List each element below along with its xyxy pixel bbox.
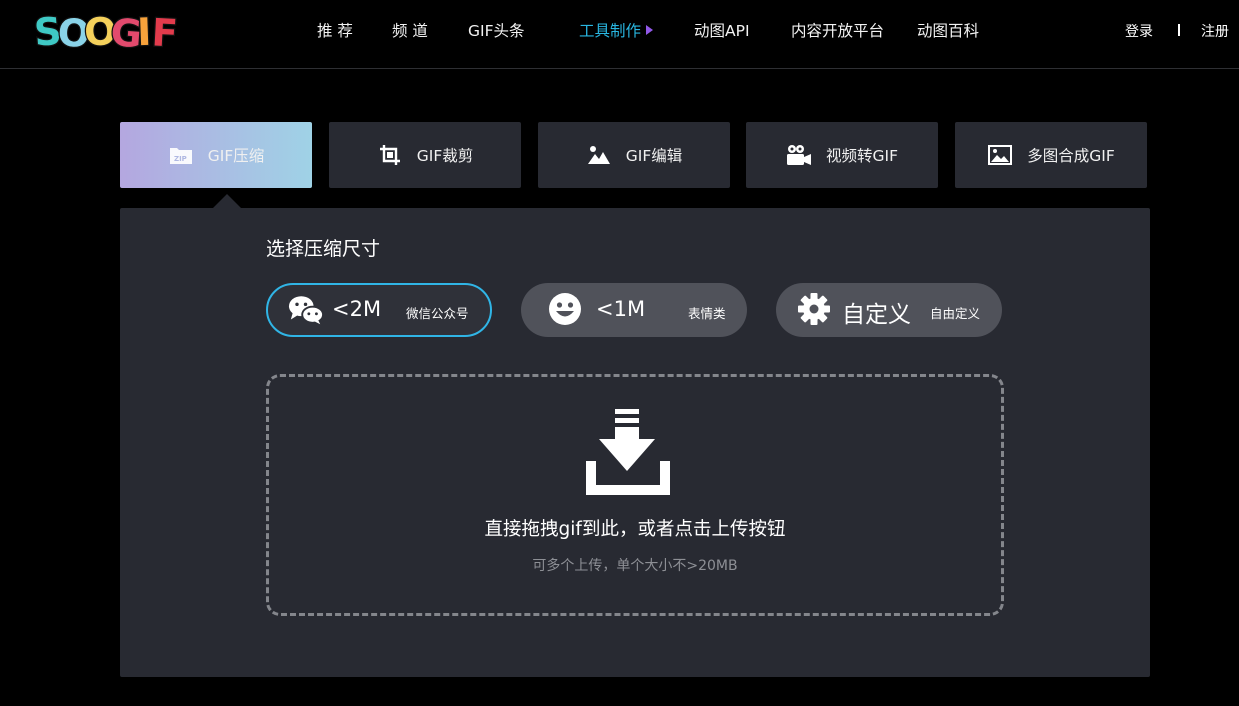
size-option-2m[interactable]: <2M 微信公众号	[266, 283, 492, 337]
auth-divider	[1178, 24, 1180, 36]
size-option-custom[interactable]: 自定义 自由定义	[776, 283, 1002, 337]
register-link[interactable]: 注册	[1201, 21, 1229, 41]
login-link[interactable]: 登录	[1125, 21, 1153, 41]
video-camera-icon	[786, 143, 812, 167]
nav-channels[interactable]: 频 道	[392, 19, 428, 41]
tab-video-to-gif[interactable]: 视频转GIF	[746, 122, 938, 188]
nav-recommend[interactable]: 推 荐	[317, 19, 353, 41]
dropzone-instruction: 直接拖拽gif到此，或者点击上传按钮	[484, 519, 786, 540]
section-title: 选择压缩尺寸	[266, 238, 381, 260]
zip-icon: ZIP	[168, 143, 194, 167]
option-desc-label: 表情类	[688, 306, 726, 321]
tab-gif-compress[interactable]: ZIP GIF压缩	[120, 122, 312, 188]
tab-gif-edit[interactable]: GIF编辑	[538, 122, 730, 188]
tab-gif-crop[interactable]: GIF裁剪	[329, 122, 521, 188]
nav-open-platform[interactable]: 内容开放平台	[791, 19, 884, 41]
tab-label: GIF编辑	[625, 147, 683, 165]
svg-text:I: I	[136, 10, 152, 51]
nav-tools-label: 工具制作	[579, 22, 642, 40]
image-edit-icon	[586, 143, 612, 167]
tab-label: GIF压缩	[207, 147, 265, 165]
option-size-label: 自定义	[842, 302, 911, 328]
size-option-1m[interactable]: <1M 表情类	[521, 283, 747, 337]
gear-icon	[796, 293, 832, 325]
soogif-logo[interactable]: S O O G I F	[34, 9, 178, 51]
nav-gif-api[interactable]: 动图API	[694, 19, 750, 41]
active-tab-pointer	[212, 194, 242, 209]
nav-gif-wiki[interactable]: 动图百科	[917, 19, 979, 41]
top-header: S O O G I F 推 荐 频 道 GIF头条 工具制作 动图API 内容开…	[0, 0, 1239, 69]
smiley-icon	[547, 293, 583, 325]
option-size-label: <1M	[596, 297, 646, 321]
svg-text:F: F	[151, 10, 178, 51]
option-desc-label: 自由定义	[930, 306, 981, 321]
upload-dropzone[interactable]: 直接拖拽gif到此，或者点击上传按钮 可多个上传，单个大小不>20MB	[266, 374, 1004, 616]
option-size-label: <2M	[332, 297, 382, 321]
tab-label: 视频转GIF	[826, 147, 898, 165]
picture-icon	[987, 143, 1013, 167]
crop-icon	[377, 143, 403, 167]
svg-text:ZIP: ZIP	[174, 155, 187, 163]
tab-multi-image-gif[interactable]: 多图合成GIF	[955, 122, 1147, 188]
nav-gif-headlines[interactable]: GIF头条	[468, 19, 525, 41]
dropzone-limit-note: 可多个上传，单个大小不>20MB	[532, 558, 738, 574]
caret-right-icon	[646, 25, 654, 35]
wechat-icon	[288, 294, 324, 326]
tab-label: GIF裁剪	[416, 147, 474, 165]
download-tray-icon	[583, 409, 673, 503]
tab-label: 多图合成GIF	[1027, 147, 1115, 165]
option-desc-label: 微信公众号	[406, 306, 469, 321]
compress-panel: 选择压缩尺寸 <2M 微信公众号 <1M 表情类 自定义 自由定义 直接拖拽gi…	[120, 208, 1150, 677]
nav-tools[interactable]: 工具制作	[579, 19, 654, 41]
